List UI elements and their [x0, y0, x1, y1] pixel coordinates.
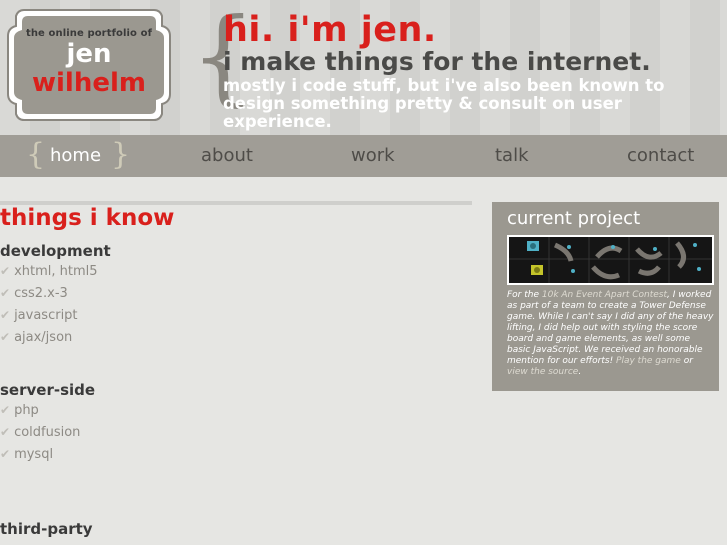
badge-last-name: wilhelm	[32, 68, 146, 98]
project-screenshot[interactable]	[507, 235, 714, 285]
check-icon: ✔	[0, 308, 11, 322]
check-icon: ✔	[0, 286, 11, 300]
nav-item-work[interactable]: work	[351, 135, 395, 177]
badge-tagline: the online portfolio of	[25, 28, 153, 39]
skill-item: ✔ xhtml, html5	[0, 264, 98, 279]
group-title-development: development	[0, 242, 111, 260]
logo-badge[interactable]: the online portfolio of jen wilhelm	[4, 6, 174, 124]
main-nav: { home } about work talk contact	[0, 135, 727, 177]
check-icon: ✔	[0, 403, 11, 417]
badge-text: the online portfolio of jen wilhelm	[18, 22, 160, 108]
current-project-panel: current project For the 10k An Event Apa…	[492, 202, 719, 391]
group-title-third-party: third-party	[0, 520, 93, 538]
tower-defense-game-icon	[509, 237, 712, 283]
nav-item-talk[interactable]: talk	[495, 135, 529, 177]
project-description: For the 10k An Event Apart Contest, I wo…	[507, 290, 714, 377]
check-icon: ✔	[0, 330, 11, 344]
check-icon: ✔	[0, 264, 11, 278]
skill-item: ✔ javascript	[0, 308, 78, 323]
panel-title: current project	[507, 208, 641, 229]
group-title-server-side: server-side	[0, 381, 96, 399]
skill-item: ✔ css2.x-3	[0, 286, 68, 301]
header: the online portfolio of jen wilhelm { hi…	[0, 0, 727, 135]
tagline: mostly i code stuff, but i've also been …	[223, 76, 665, 131]
nav-item-contact[interactable]: contact	[627, 135, 694, 177]
check-icon: ✔	[0, 447, 11, 461]
skill-item: ✔ ajax/json	[0, 330, 73, 345]
section-title: things i know	[0, 205, 175, 231]
skill-item: ✔ mysql	[0, 447, 54, 462]
headline: hi. i'm jen.	[223, 10, 437, 50]
nav-item-home[interactable]: home	[50, 135, 101, 177]
subheadline: i make things for the internet.	[223, 47, 651, 76]
nav-item-about[interactable]: about	[201, 135, 253, 177]
badge-first-name: jen	[66, 39, 112, 69]
contest-link[interactable]: 10k An Event Apart Contest	[542, 290, 667, 300]
view-source-link[interactable]: view the source	[507, 367, 578, 377]
skill-item: ✔ coldfusion	[0, 425, 81, 440]
check-icon: ✔	[0, 425, 11, 439]
play-game-link[interactable]: Play the game	[616, 356, 681, 366]
skill-item: ✔ php	[0, 403, 39, 418]
nav-brace-right-icon: }	[111, 137, 131, 172]
nav-brace-left-icon: {	[26, 137, 46, 172]
